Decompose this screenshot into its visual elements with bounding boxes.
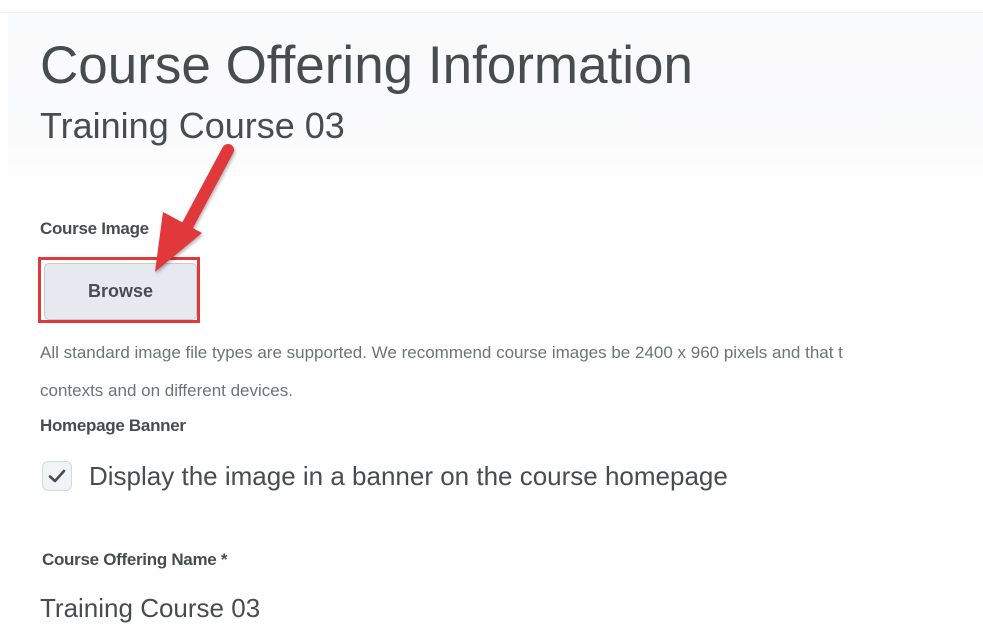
help-text-line-1: All standard image file types are suppor… [40,343,843,362]
course-offering-name-label: Course Offering Name * [42,550,228,569]
banner-checkbox-label[interactable]: Display the image in a banner on the cou… [89,461,728,492]
course-image-label: Course Image [40,219,149,238]
checkmark-icon [48,469,66,483]
course-image-help-text: All standard image file types are suppor… [40,334,983,410]
page-subtitle: Training Course 03 [40,105,345,146]
banner-checkbox-row[interactable]: Display the image in a banner on the cou… [42,456,728,496]
course-offering-name-value: Training Course 03 [40,593,261,623]
banner-checkbox[interactable] [42,461,72,491]
page-title: Course Offering Information [40,36,694,95]
help-text-line-2: contexts and on different devices. [40,381,293,400]
homepage-banner-label: Homepage Banner [40,416,186,435]
top-border [0,0,983,13]
browse-button[interactable]: Browse [44,263,197,320]
